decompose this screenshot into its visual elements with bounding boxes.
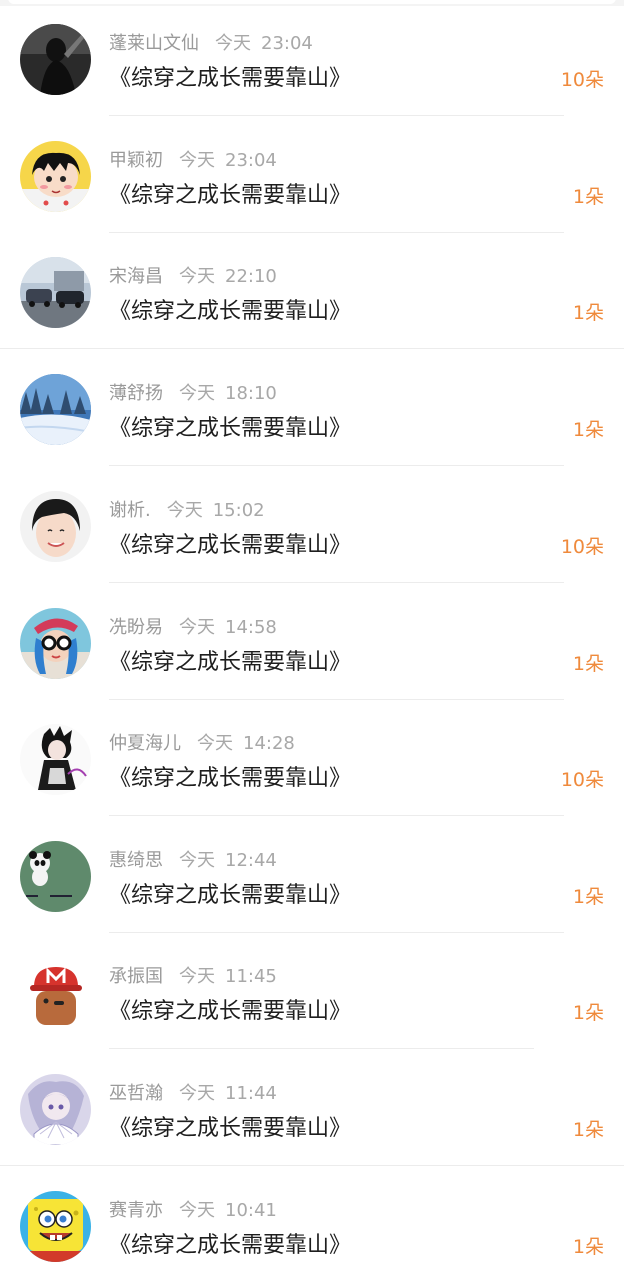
avatar[interactable] bbox=[20, 24, 91, 95]
avatar[interactable] bbox=[20, 1074, 91, 1145]
user-name[interactable]: 冼盼易 bbox=[109, 617, 163, 638]
item-meta: 承振国 今天 11:45 bbox=[109, 963, 277, 991]
flower-count: 1朵 bbox=[572, 302, 604, 324]
list-item[interactable]: 仲夏海儿 今天 14:28 《综穿之成长需要靠山》 10朵 bbox=[0, 700, 624, 816]
time-label: 11:45 bbox=[225, 966, 277, 987]
time-label: 23:04 bbox=[261, 33, 313, 54]
user-name[interactable]: 仲夏海儿 bbox=[109, 733, 181, 754]
divider bbox=[109, 1048, 534, 1049]
flower-count: 1朵 bbox=[572, 1236, 604, 1258]
user-name[interactable]: 谢析. bbox=[109, 500, 151, 521]
time-label: 18:10 bbox=[225, 383, 277, 404]
user-name[interactable]: 惠绮思 bbox=[109, 850, 163, 871]
list-item[interactable]: 赛青亦 今天 10:41 《综穿之成长需要靠山》 1朵 bbox=[0, 1167, 624, 1283]
item-meta: 冼盼易 今天 14:58 bbox=[109, 614, 277, 642]
time-label: 11:44 bbox=[225, 1083, 277, 1104]
item-meta: 谢析. 今天 15:02 bbox=[109, 497, 265, 525]
avatar[interactable] bbox=[20, 1191, 91, 1262]
time-label: 14:58 bbox=[225, 617, 277, 638]
flower-count: 1朵 bbox=[572, 419, 604, 441]
list-item[interactable]: 谢析. 今天 15:02 《综穿之成长需要靠山》 10朵 bbox=[0, 467, 624, 583]
date-label: 今天 bbox=[179, 617, 215, 638]
book-title[interactable]: 《综穿之成长需要靠山》 bbox=[109, 879, 351, 913]
user-name[interactable]: 蓬莱山文仙 bbox=[109, 33, 199, 54]
date-label: 今天 bbox=[179, 150, 215, 171]
flower-count: 1朵 bbox=[572, 186, 604, 208]
item-meta: 甲颖初 今天 23:04 bbox=[109, 147, 277, 175]
time-label: 23:04 bbox=[225, 150, 277, 171]
avatar[interactable] bbox=[20, 957, 91, 1028]
list-item[interactable]: 冼盼易 今天 14:58 《综穿之成长需要靠山》 1朵 bbox=[0, 584, 624, 700]
avatar[interactable] bbox=[20, 491, 91, 562]
flower-count: 1朵 bbox=[572, 886, 604, 908]
avatar[interactable] bbox=[20, 724, 91, 795]
flower-count: 1朵 bbox=[572, 1002, 604, 1024]
date-label: 今天 bbox=[179, 383, 215, 404]
list-item[interactable]: 甲颖初 今天 23:04 《综穿之成长需要靠山》 1朵 bbox=[0, 117, 624, 233]
user-name[interactable]: 赛青亦 bbox=[109, 1200, 163, 1221]
date-label: 今天 bbox=[197, 733, 233, 754]
divider bbox=[109, 582, 564, 583]
list-item[interactable]: 巫哲瀚 今天 11:44 《综穿之成长需要靠山》 1朵 bbox=[0, 1050, 624, 1166]
date-label: 今天 bbox=[179, 266, 215, 287]
flower-count: 10朵 bbox=[560, 69, 604, 91]
time-label: 15:02 bbox=[212, 500, 265, 521]
flower-count: 10朵 bbox=[560, 769, 604, 791]
item-meta: 仲夏海儿 今天 14:28 bbox=[109, 730, 295, 758]
flower-count: 10朵 bbox=[560, 536, 604, 558]
avatar[interactable] bbox=[20, 841, 91, 912]
date-label: 今天 bbox=[179, 966, 215, 987]
user-name[interactable]: 宋海昌 bbox=[109, 266, 163, 287]
date-label: 今天 bbox=[166, 500, 203, 521]
item-meta: 薄舒扬 今天 18:10 bbox=[109, 380, 277, 408]
item-meta: 蓬莱山文仙 今天 23:04 bbox=[109, 30, 313, 58]
flower-count: 1朵 bbox=[572, 653, 604, 675]
item-meta: 宋海昌 今天 22:10 bbox=[109, 263, 277, 291]
book-title[interactable]: 《综穿之成长需要靠山》 bbox=[109, 295, 351, 329]
user-name[interactable]: 巫哲瀚 bbox=[109, 1083, 163, 1104]
list-item[interactable]: 薄舒扬 今天 18:10 《综穿之成长需要靠山》 1朵 bbox=[0, 350, 624, 466]
user-name[interactable]: 甲颖初 bbox=[109, 150, 163, 171]
time-label: 22:10 bbox=[225, 266, 277, 287]
avatar[interactable] bbox=[20, 608, 91, 679]
item-meta: 惠绮思 今天 12:44 bbox=[109, 847, 277, 875]
list-item[interactable]: 承振国 今天 11:45 《综穿之成长需要靠山》 1朵 bbox=[0, 933, 624, 1049]
date-label: 今天 bbox=[215, 33, 251, 54]
divider bbox=[0, 348, 624, 349]
date-label: 今天 bbox=[179, 1083, 215, 1104]
divider bbox=[109, 815, 564, 816]
user-name[interactable]: 薄舒扬 bbox=[109, 383, 163, 404]
book-title[interactable]: 《综穿之成长需要靠山》 bbox=[109, 646, 351, 680]
book-title[interactable]: 《综穿之成长需要靠山》 bbox=[109, 1229, 351, 1263]
avatar[interactable] bbox=[20, 141, 91, 212]
user-name[interactable]: 承振国 bbox=[109, 966, 163, 987]
book-title[interactable]: 《综穿之成长需要靠山》 bbox=[109, 762, 351, 796]
list-item[interactable]: 宋海昌 今天 22:10 《综穿之成长需要靠山》 1朵 bbox=[0, 233, 624, 349]
divider bbox=[109, 115, 564, 116]
divider bbox=[0, 1165, 624, 1166]
book-title[interactable]: 《综穿之成长需要靠山》 bbox=[109, 412, 351, 446]
list-item[interactable]: 蓬莱山文仙 今天 23:04 《综穿之成长需要靠山》 10朵 bbox=[0, 0, 624, 116]
avatar[interactable] bbox=[20, 374, 91, 445]
divider bbox=[109, 465, 564, 466]
list-item[interactable]: 惠绮思 今天 12:44 《综穿之成长需要靠山》 1朵 bbox=[0, 817, 624, 933]
book-title[interactable]: 《综穿之成长需要靠山》 bbox=[109, 995, 351, 1029]
flower-count: 1朵 bbox=[572, 1119, 604, 1141]
date-label: 今天 bbox=[179, 850, 215, 871]
item-meta: 巫哲瀚 今天 11:44 bbox=[109, 1080, 277, 1108]
book-title[interactable]: 《综穿之成长需要靠山》 bbox=[109, 1112, 351, 1146]
book-title[interactable]: 《综穿之成长需要靠山》 bbox=[109, 179, 351, 213]
book-title[interactable]: 《综穿之成长需要靠山》 bbox=[109, 529, 351, 563]
date-label: 今天 bbox=[179, 1200, 215, 1221]
book-title[interactable]: 《综穿之成长需要靠山》 bbox=[109, 62, 351, 96]
time-label: 14:28 bbox=[243, 733, 295, 754]
item-meta: 赛青亦 今天 10:41 bbox=[109, 1197, 277, 1225]
time-label: 10:41 bbox=[225, 1200, 277, 1221]
time-label: 12:44 bbox=[225, 850, 277, 871]
avatar[interactable] bbox=[20, 257, 91, 328]
